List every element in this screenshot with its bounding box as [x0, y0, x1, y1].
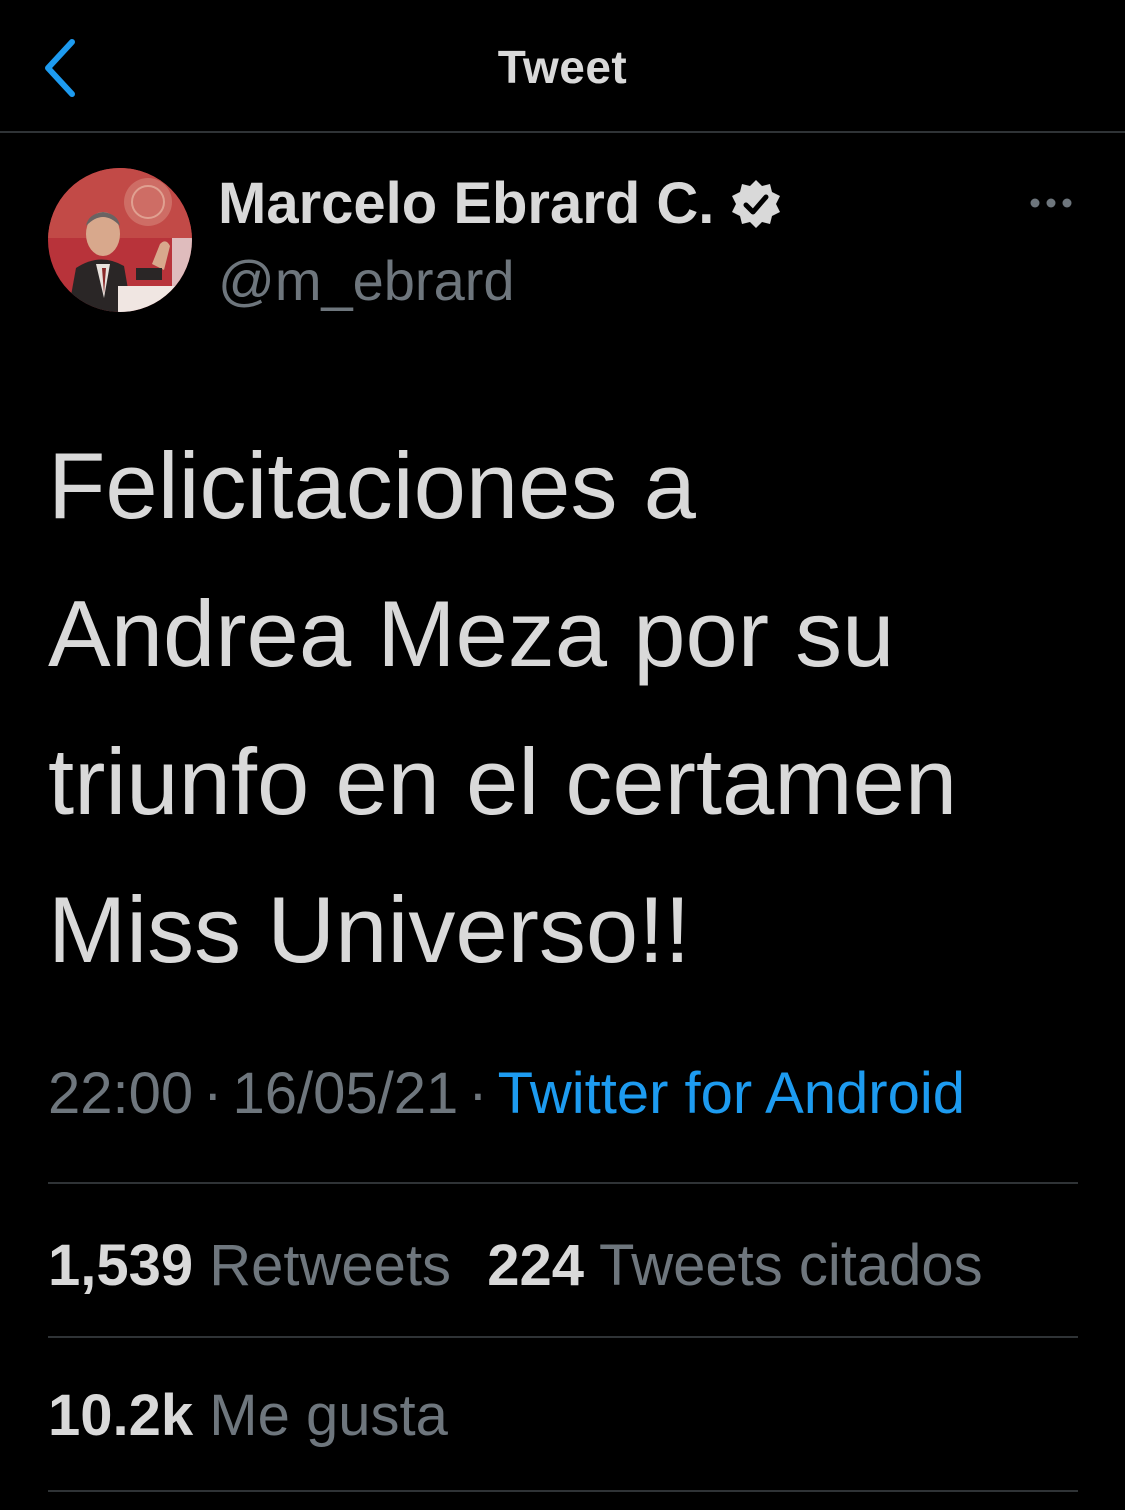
more-options-button[interactable]	[1026, 188, 1076, 218]
likes-label: Me gusta	[209, 1383, 448, 1448]
page-title: Tweet	[497, 41, 628, 93]
tweet-source-link[interactable]: Twitter for Android	[498, 1061, 965, 1126]
retweets-stat[interactable]: 1,539 Retweets	[48, 1232, 451, 1299]
likes-count: 10.2k	[48, 1383, 194, 1448]
tweet-meta: 22:00 · 16/05/21 · Twitter for Android	[48, 1060, 965, 1127]
retweets-label: Retweets	[209, 1233, 452, 1298]
likes-stat[interactable]: 10.2k Me gusta	[48, 1382, 448, 1449]
tweet-text-line: Andrea Meza por su	[48, 581, 895, 686]
tweet-text-line: Miss Universo!!	[48, 877, 691, 982]
meta-separator: ·	[468, 1061, 488, 1126]
tweet-detail-screen: Tweet Marcelo Ebrard C. @m_ebrard Felici…	[0, 0, 1125, 1510]
divider	[48, 1336, 1078, 1338]
meta-separator: ·	[203, 1061, 223, 1126]
more-horizontal-icon	[1030, 198, 1072, 208]
stats-row-retweets: 1,539 Retweets 224 Tweets citados	[48, 1232, 983, 1299]
tweet-text: Felicitaciones a Andrea Meza por su triu…	[48, 412, 1088, 1004]
tweet-text-line: triunfo en el certamen	[48, 729, 958, 834]
avatar[interactable]	[48, 168, 192, 312]
avatar-image	[48, 168, 192, 312]
quotes-label: Tweets citados	[599, 1233, 983, 1298]
author-name: Marcelo Ebrard C.	[218, 171, 715, 236]
tweet-date: 16/05/21	[232, 1061, 459, 1126]
stats-row-likes: 10.2k Me gusta	[48, 1382, 448, 1449]
retweets-count: 1,539	[48, 1233, 194, 1298]
quotes-count: 224	[487, 1233, 584, 1298]
header-bar: Tweet	[0, 0, 1125, 133]
author-handle[interactable]: @m_ebrard	[218, 248, 515, 313]
author-name-row[interactable]: Marcelo Ebrard C.	[218, 170, 784, 237]
divider	[48, 1182, 1078, 1184]
verified-badge-icon	[732, 179, 781, 228]
tweet-time: 22:00	[48, 1061, 194, 1126]
divider	[48, 1490, 1078, 1492]
quotes-stat[interactable]: 224 Tweets citados	[487, 1232, 983, 1299]
tweet-text-line: Felicitaciones a	[48, 433, 696, 538]
